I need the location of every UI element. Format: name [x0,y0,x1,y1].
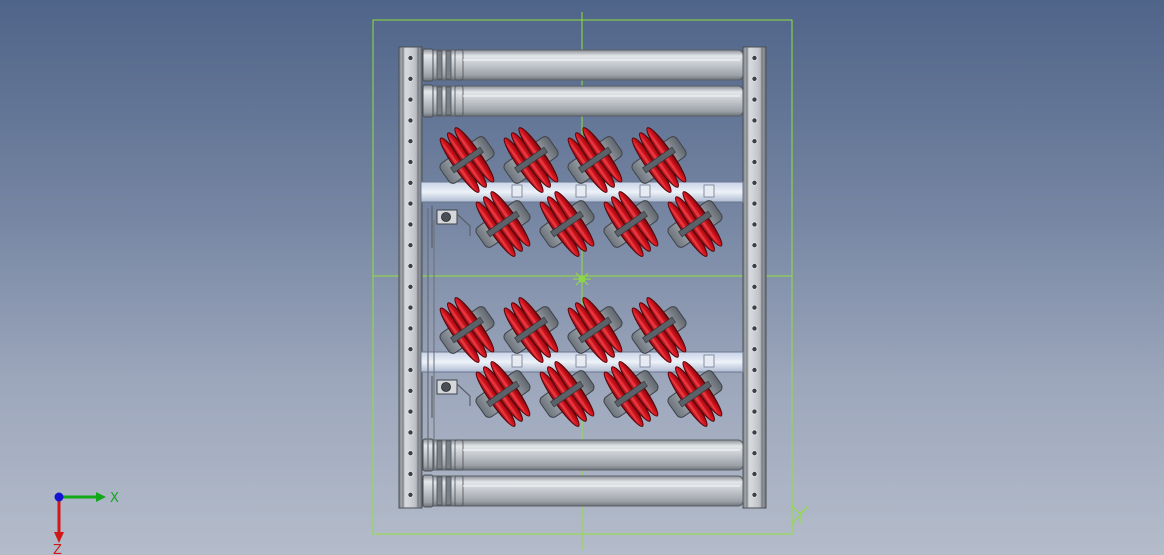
conveyor-roller [422,84,744,118]
model-canvas[interactable]: X Z [0,0,1164,555]
rail-hole-icon [407,179,414,186]
rail-hole-icon [751,96,758,103]
rail-hole-icon [751,200,758,207]
rail-hole-icon [751,304,758,311]
rail-hole-icon [407,96,414,103]
rail-hole-icon [751,450,758,457]
z-arrowhead-icon [54,532,64,543]
z-axis-label: Z [53,543,62,555]
rail-hole-icon [751,242,758,249]
bar-clip [575,354,587,368]
axis-y-marker-icon [791,505,809,525]
rail-hole-icon [407,366,414,373]
conveyor-roller [422,474,744,508]
rail-hole-icon [407,221,414,228]
rail-hole-icon [407,200,414,207]
rail-hole-icon [407,75,414,82]
x-axis-label: X [110,491,119,506]
rail-hole-icon [407,325,414,332]
rail-hole-icon [751,366,758,373]
bar-clip [703,354,715,368]
bar-clip [575,184,587,198]
rail-hole-icon [407,408,414,415]
bar-clip [511,354,523,368]
mount-bracket [431,376,471,418]
bolt-icon [441,212,451,222]
rail-hole-icon [751,387,758,394]
rail-hole-icon [407,346,414,353]
rail-hole-icon [407,491,414,498]
rail-hole-icon [751,346,758,353]
rail-hole-icon [407,138,414,145]
conveyor-roller [422,438,744,472]
rail-hole-icon [751,55,758,62]
rail-hole-icon [751,117,758,124]
rail-hole-icon [751,158,758,165]
rail-hole-icon [751,262,758,269]
rail-hole-icon [751,470,758,477]
rail-hole-icon [751,138,758,145]
mount-bracket [431,206,471,248]
bar-clip [703,184,715,198]
rail-hole-icon [751,283,758,290]
cad-viewport[interactable]: X Z [0,0,1164,555]
left-rail [398,46,423,509]
rail-hole-icon [407,387,414,394]
rail-hole-icon [751,429,758,436]
rail-hole-icon [751,179,758,186]
rail-hole-icon [407,117,414,124]
rail-hole-icon [407,242,414,249]
rail-hole-icon [407,429,414,436]
triad-origin-icon [54,492,64,502]
rail-hole-icon [751,221,758,228]
rail-hole-icon [407,470,414,477]
bar-clip [511,184,523,198]
bar-clip [639,354,651,368]
conveyor-roller [422,48,744,82]
rail-hole-icon [407,55,414,62]
x-arrowhead-icon [96,492,106,502]
rail-hole-icon [751,408,758,415]
right-rail [742,46,767,509]
bolt-icon [441,382,451,392]
rail-hole-icon [751,325,758,332]
diverter-wheel-banks [439,127,723,427]
rail-hole-icon [751,491,758,498]
rail-hole-icon [407,283,414,290]
rail-hole-icon [407,262,414,269]
rail-hole-icon [407,304,414,311]
rail-hole-icon [407,450,414,457]
origin-marker-icon [573,270,591,288]
bar-clip [639,184,651,198]
coordinate-triad-icon[interactable]: X Z [53,491,119,555]
rail-hole-icon [407,158,414,165]
rail-hole-icon [751,75,758,82]
